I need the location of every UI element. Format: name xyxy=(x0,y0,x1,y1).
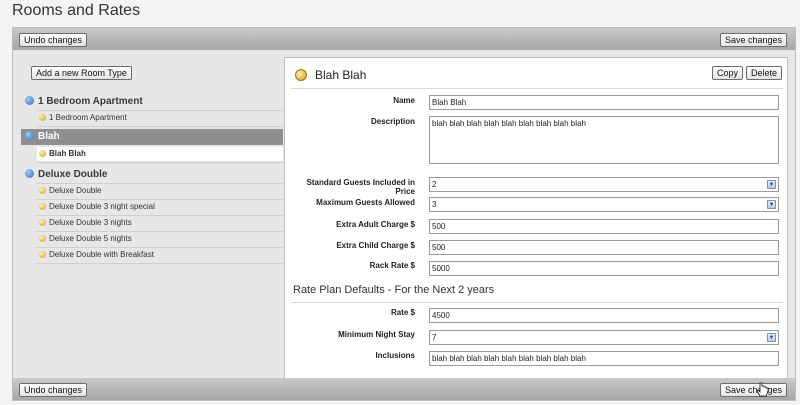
list-item-label: 1 Bedroom Apartment xyxy=(49,113,127,122)
rooms-frame: Undo changes Save changes Add a new Room… xyxy=(12,27,796,401)
undo-changes-button-bottom[interactable]: Undo changes xyxy=(19,383,88,397)
adult-charge-label: Extra Adult Charge $ xyxy=(336,220,415,229)
list-item[interactable]: Deluxe Double with Breakfast xyxy=(37,248,283,262)
std-guests-select[interactable]: 2 ▼ xyxy=(429,177,779,192)
name-field[interactable]: Blah Blah xyxy=(429,95,779,110)
list-item-label: Deluxe Double 3 night special xyxy=(49,202,155,211)
max-guests-label: Maximum Guests Allowed xyxy=(316,198,415,207)
group-header-deluxe-double[interactable]: Deluxe Double xyxy=(21,167,283,183)
divider xyxy=(37,162,283,163)
divider xyxy=(291,302,783,303)
section-title: Rate Plan Defaults - For the Next 2 year… xyxy=(293,284,495,296)
list-item-label: Deluxe Double 5 nights xyxy=(49,234,132,243)
coin-icon xyxy=(39,235,46,242)
rack-rate-label: Rack Rate $ xyxy=(369,261,415,270)
inclusions-field[interactable]: blah blah blah blah blah blah blah blah … xyxy=(429,351,779,366)
bottom-toolbar: Undo changes Save changes xyxy=(13,378,795,400)
min-stay-select[interactable]: 7 ▼ xyxy=(429,330,779,345)
coin-icon xyxy=(295,69,307,81)
delete-button[interactable]: Delete xyxy=(746,66,783,80)
group-header-blah[interactable]: Blah xyxy=(21,129,283,145)
list-item[interactable]: Deluxe Double xyxy=(37,184,283,198)
coin-icon xyxy=(39,219,46,226)
list-item[interactable]: 1 Bedroom Apartment xyxy=(37,111,283,125)
rack-rate-field[interactable]: 5000 xyxy=(429,261,779,276)
name-label: Name xyxy=(393,96,415,105)
collapse-icon[interactable] xyxy=(25,131,34,140)
coin-icon xyxy=(39,114,46,121)
adult-charge-field[interactable]: 500 xyxy=(429,219,779,234)
divider xyxy=(291,88,783,89)
rate-label: Rate $ xyxy=(390,308,415,317)
group-label: Deluxe Double xyxy=(38,169,108,180)
save-changes-button-top[interactable]: Save changes xyxy=(719,33,787,47)
std-guests-label: Standard Guests Included in Price xyxy=(306,178,415,196)
chevron-down-icon[interactable]: ▼ xyxy=(767,180,776,189)
description-label: Description xyxy=(370,117,415,126)
list-item-label: Deluxe Double with Breakfast xyxy=(49,250,154,259)
select-value: 3 xyxy=(432,200,437,209)
group-label: Blah xyxy=(38,131,60,142)
divider xyxy=(37,263,283,264)
group-label: 1 Bedroom Apartment xyxy=(38,96,143,107)
list-item[interactable]: Deluxe Double 3 night special xyxy=(37,200,283,214)
save-changes-button-bottom[interactable]: Save changes xyxy=(719,383,787,397)
room-editor: Blah Blah Copy Delete Name Blah Blah Des… xyxy=(284,57,788,386)
page-title: Rooms and Rates xyxy=(12,2,141,19)
editor-title: Blah Blah xyxy=(315,68,367,82)
list-item-label: Deluxe Double 3 nights xyxy=(49,218,132,227)
list-item[interactable]: Deluxe Double 3 nights xyxy=(37,216,283,230)
chevron-down-icon[interactable]: ▼ xyxy=(767,200,776,209)
coin-icon xyxy=(39,203,46,210)
list-item-label: Deluxe Double xyxy=(49,186,102,195)
room-type-list: Add a new Room Type 1 Bedroom Apartment … xyxy=(21,61,283,385)
child-charge-field[interactable]: 500 xyxy=(429,240,779,255)
top-toolbar: Undo changes Save changes xyxy=(13,28,795,50)
coin-icon xyxy=(39,251,46,258)
list-item[interactable]: Deluxe Double 5 nights xyxy=(37,232,283,246)
coin-icon xyxy=(39,150,46,157)
hand-cursor-icon xyxy=(757,382,769,397)
add-room-type-button[interactable]: Add a new Room Type xyxy=(31,66,132,80)
list-item-selected[interactable]: Blah Blah xyxy=(37,147,283,161)
coin-icon xyxy=(39,187,46,194)
list-item-label: Blah Blah xyxy=(49,149,86,158)
collapse-icon[interactable] xyxy=(25,169,34,178)
child-charge-label: Extra Child Charge $ xyxy=(336,241,415,250)
rate-field[interactable]: 4500 xyxy=(429,308,779,323)
collapse-icon[interactable] xyxy=(25,96,34,105)
undo-changes-button-top[interactable]: Undo changes xyxy=(19,33,88,47)
chevron-down-icon[interactable]: ▼ xyxy=(767,333,776,342)
copy-button[interactable]: Copy xyxy=(712,66,744,80)
divider xyxy=(37,126,283,127)
min-stay-label: Minimum Night Stay xyxy=(338,330,415,339)
description-field[interactable]: blah blah blah blah blah blah blah blah … xyxy=(429,116,779,164)
max-guests-select[interactable]: 3 ▼ xyxy=(429,197,779,212)
select-value: 7 xyxy=(432,333,437,342)
group-header-1-bedroom[interactable]: 1 Bedroom Apartment xyxy=(21,94,283,110)
inclusions-label: Inclusions xyxy=(375,351,415,360)
select-value: 2 xyxy=(432,180,437,189)
